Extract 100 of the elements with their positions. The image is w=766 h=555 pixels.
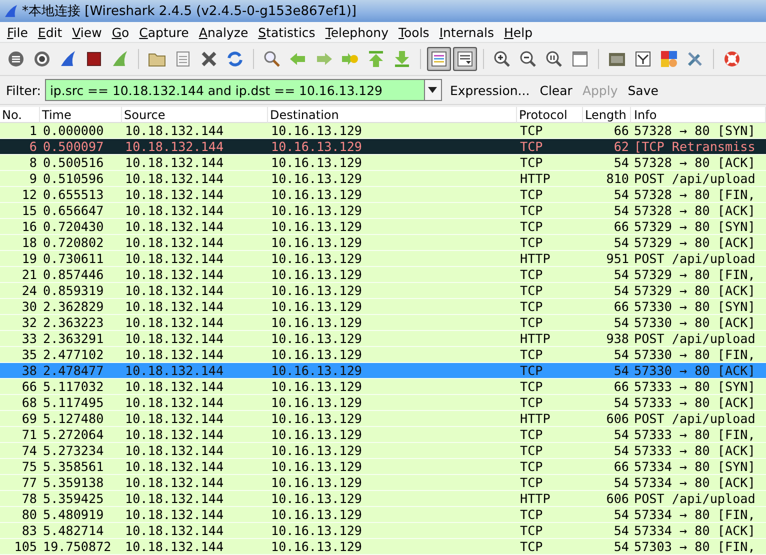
time-cell-text: 5.272064 — [42, 427, 105, 442]
length-cell-text: 54 — [612, 203, 630, 218]
time-cell-text: 19.750872 — [42, 539, 112, 554]
length-cell-text: 54 — [612, 347, 630, 362]
source-cell-text: 10.18.132.144 — [124, 267, 225, 282]
filter-action-button[interactable]: Save — [624, 82, 662, 98]
packet-row[interactable]: 80 5.480919 10.18.132.144 10.16.13.129 TCP 54 57334 → 80 [FIN, — [0, 507, 766, 523]
packet-row[interactable]: 9 0.510596 10.18.132.144 10.16.13.129 HTTP 810 POST /api/upload — [0, 171, 766, 187]
destination-cell-text: 10.16.13.129 — [270, 235, 363, 250]
protocol-cell-text: TCP — [519, 155, 544, 170]
protocol-cell-text: TCP — [519, 523, 544, 538]
time-cell-text: 0.000000 — [42, 123, 105, 138]
info-cell-text: 57329 → 80 [ACK] — [633, 283, 756, 298]
number-cell-text: 71 — [20, 427, 38, 442]
packet-row[interactable]: 6 0.500097 10.18.132.144 10.16.13.129 TCP 62 [TCP Retransmiss — [0, 139, 766, 155]
lifebuoy-icon — [723, 50, 741, 68]
info-cell-text: 57328 → 80 [SYN] — [633, 123, 756, 138]
menu-item[interactable]: Go — [106, 24, 134, 40]
packet-row[interactable]: 77 5.359138 10.18.132.144 10.16.13.129 TCP 54 57334 → 80 [ACK] — [0, 475, 766, 491]
time-cell-text: 0.859319 — [42, 283, 105, 298]
protocol-cell-text: TCP — [519, 203, 544, 218]
length-cell-text: 606 — [605, 411, 630, 426]
filter-action-button[interactable]: Expression... — [446, 82, 534, 98]
packet-row[interactable]: 33 2.363291 10.18.132.144 10.16.13.129 HTTP 938 POST /api/upload — [0, 331, 766, 347]
source-cell-text: 10.18.132.144 — [124, 427, 225, 442]
packet-row[interactable]: 30 2.362829 10.18.132.144 10.16.13.129 TCP 66 57330 → 80 [SYN] — [0, 299, 766, 315]
selected-packet-row[interactable]: 38 2.478477 10.18.132.144 10.16.13.129 TCP 54 57330 → 80 [ACK] — [0, 363, 766, 379]
length-cell-text: 66 — [612, 459, 630, 474]
packet-row[interactable]: 105 19.750872 10.18.132.144 10.16.13.129 TCP 54 57303 → 80 [FIN, — [0, 539, 766, 555]
menu-item[interactable]: Telephony — [320, 24, 394, 40]
info-cell-text: POST /api/upload — [633, 491, 756, 506]
destination-cell-text: 10.16.13.129 — [270, 123, 363, 138]
packet-row[interactable]: 71 5.272064 10.18.132.144 10.16.13.129 TCP 54 57333 → 80 [FIN, — [0, 427, 766, 443]
packet-row[interactable]: 21 0.857446 10.18.132.144 10.16.13.129 TCP 54 57329 → 80 [FIN, — [0, 267, 766, 283]
filter-field[interactable]: ip.src == 10.18.132.144 and ip.dst == 10.16.13.129 — [44, 79, 425, 101]
packet-row[interactable]: 66 5.117032 10.18.132.144 10.16.13.129 TCP 66 57333 → 80 [SYN] — [0, 379, 766, 395]
menu-item[interactable]: View — [67, 24, 107, 40]
number-cell-text: 74 — [20, 443, 38, 458]
protocol-cell-text: TCP — [519, 267, 544, 282]
dropdown-button[interactable] — [424, 79, 442, 101]
info-cell-text: 57333 → 80 [ACK] — [633, 395, 756, 410]
filter-action-button[interactable]: Clear — [536, 82, 576, 98]
packet-row[interactable]: 15 0.656647 10.18.132.144 10.16.13.129 TCP 54 57328 → 80 [ACK] — [0, 203, 766, 219]
colorize-button[interactable] — [427, 47, 451, 71]
packet-row[interactable]: 1 0.000000 10.18.132.144 10.16.13.129 TCP 66 57328 → 80 [SYN] — [0, 123, 766, 139]
packet-row[interactable]: 35 2.477102 10.18.132.144 10.16.13.129 TCP 54 57330 → 80 [FIN, — [0, 347, 766, 363]
packet-row[interactable]: 8 0.500516 10.18.132.144 10.16.13.129 TCP 54 57328 → 80 [ACK] — [0, 155, 766, 171]
packet-row[interactable]: 12 0.655513 10.18.132.144 10.16.13.129 TCP 54 57328 → 80 [FIN, — [0, 187, 766, 203]
source-cell-text: 10.18.132.144 — [124, 283, 225, 298]
caret-icon — [428, 87, 438, 93]
packet-row[interactable]: 32 2.363223 10.18.132.144 10.16.13.129 TCP 54 57330 → 80 [ACK] — [0, 315, 766, 331]
menu-item[interactable]: Tools — [394, 24, 434, 40]
destination-cell-text: 10.16.13.129 — [270, 171, 363, 186]
source-cell-text: 10.18.132.144 — [124, 523, 225, 538]
down-arrow-icon — [393, 50, 411, 68]
time-cell-text: 0.857446 — [42, 267, 105, 282]
destination-cell-text: 10.16.13.129 — [270, 475, 363, 490]
packet-row[interactable]: 69 5.127480 10.18.132.144 10.16.13.129 HTTP 606 POST /api/upload — [0, 411, 766, 427]
info-cell-text: 57330 → 80 [ACK] — [633, 315, 756, 330]
packet-row[interactable]: 75 5.358561 10.18.132.144 10.16.13.129 TCP 66 57334 → 80 [SYN] — [0, 459, 766, 475]
menu-item[interactable]: Edit — [32, 24, 68, 40]
menu-item[interactable]: Statistics — [253, 24, 320, 40]
time-cell-text: 0.730611 — [42, 251, 105, 266]
info-cell-text: 57328 → 80 [FIN, — [633, 187, 756, 202]
source-cell-text: 10.18.132.144 — [124, 123, 225, 138]
menu-item[interactable]: Capture — [134, 24, 194, 40]
menu-item[interactable]: Internals — [434, 24, 500, 40]
menu-item[interactable]: Help — [499, 24, 538, 40]
destination-cell-text: 10.16.13.129 — [270, 395, 363, 410]
info-cell-text: 57330 → 80 [SYN] — [633, 299, 756, 314]
destination-cell-text: 10.16.13.129 — [270, 219, 363, 234]
packet-row[interactable]: 74 5.273234 10.18.132.144 10.16.13.129 TCP 54 57333 → 80 [ACK] — [0, 443, 766, 459]
menu-item[interactable]: File — [2, 24, 33, 40]
right-arrow-icon — [315, 50, 333, 68]
packet-row[interactable]: 24 0.859319 10.18.132.144 10.16.13.129 TCP 54 57329 → 80 [ACK] — [0, 283, 766, 299]
protocol-cell-text: HTTP — [519, 491, 552, 506]
protocol-cell-text: TCP — [519, 123, 544, 138]
number-cell-text: 66 — [20, 379, 38, 394]
number-cell-text: 19 — [20, 251, 38, 266]
packet-row[interactable]: 78 5.359425 10.18.132.144 10.16.13.129 HTTP 606 POST /api/upload — [0, 491, 766, 507]
info-cell-text: 57334 → 80 [ACK] — [633, 523, 756, 538]
source-cell-text: 10.18.132.144 — [124, 395, 225, 410]
length-cell-text: 606 — [605, 491, 630, 506]
packet-row[interactable]: 18 0.720802 10.18.132.144 10.16.13.129 TCP 54 57329 → 80 [ACK] — [0, 235, 766, 251]
destination-cell-text: 10.16.13.129 — [270, 363, 363, 378]
packet-row[interactable]: 83 5.482714 10.18.132.144 10.16.13.129 TCP 54 57334 → 80 [ACK] — [0, 523, 766, 539]
source-cell-text: 10.18.132.144 — [124, 507, 225, 522]
menu-item[interactable]: Analyze — [194, 24, 254, 40]
number-cell-text: 33 — [20, 331, 38, 346]
source-cell-text: 10.18.132.144 — [124, 203, 225, 218]
packet-row[interactable]: 68 5.117495 10.18.132.144 10.16.13.129 TCP 54 57333 → 80 [ACK] — [0, 395, 766, 411]
autoscroll-button[interactable] — [453, 47, 477, 71]
number-cell-text: 69 — [20, 411, 38, 426]
packet-row[interactable]: 19 0.730611 10.18.132.144 10.16.13.129 HTTP 951 POST /api/upload — [0, 251, 766, 267]
time-cell-text: 0.720802 — [42, 235, 105, 250]
list-icon — [456, 50, 474, 68]
destination-cell-text: 10.16.13.129 — [270, 155, 363, 170]
length-cell-text: 54 — [612, 187, 630, 202]
length-cell-text: 54 — [612, 523, 630, 538]
packet-row[interactable]: 16 0.720430 10.18.132.144 10.16.13.129 TCP 66 57329 → 80 [SYN] — [0, 219, 766, 235]
